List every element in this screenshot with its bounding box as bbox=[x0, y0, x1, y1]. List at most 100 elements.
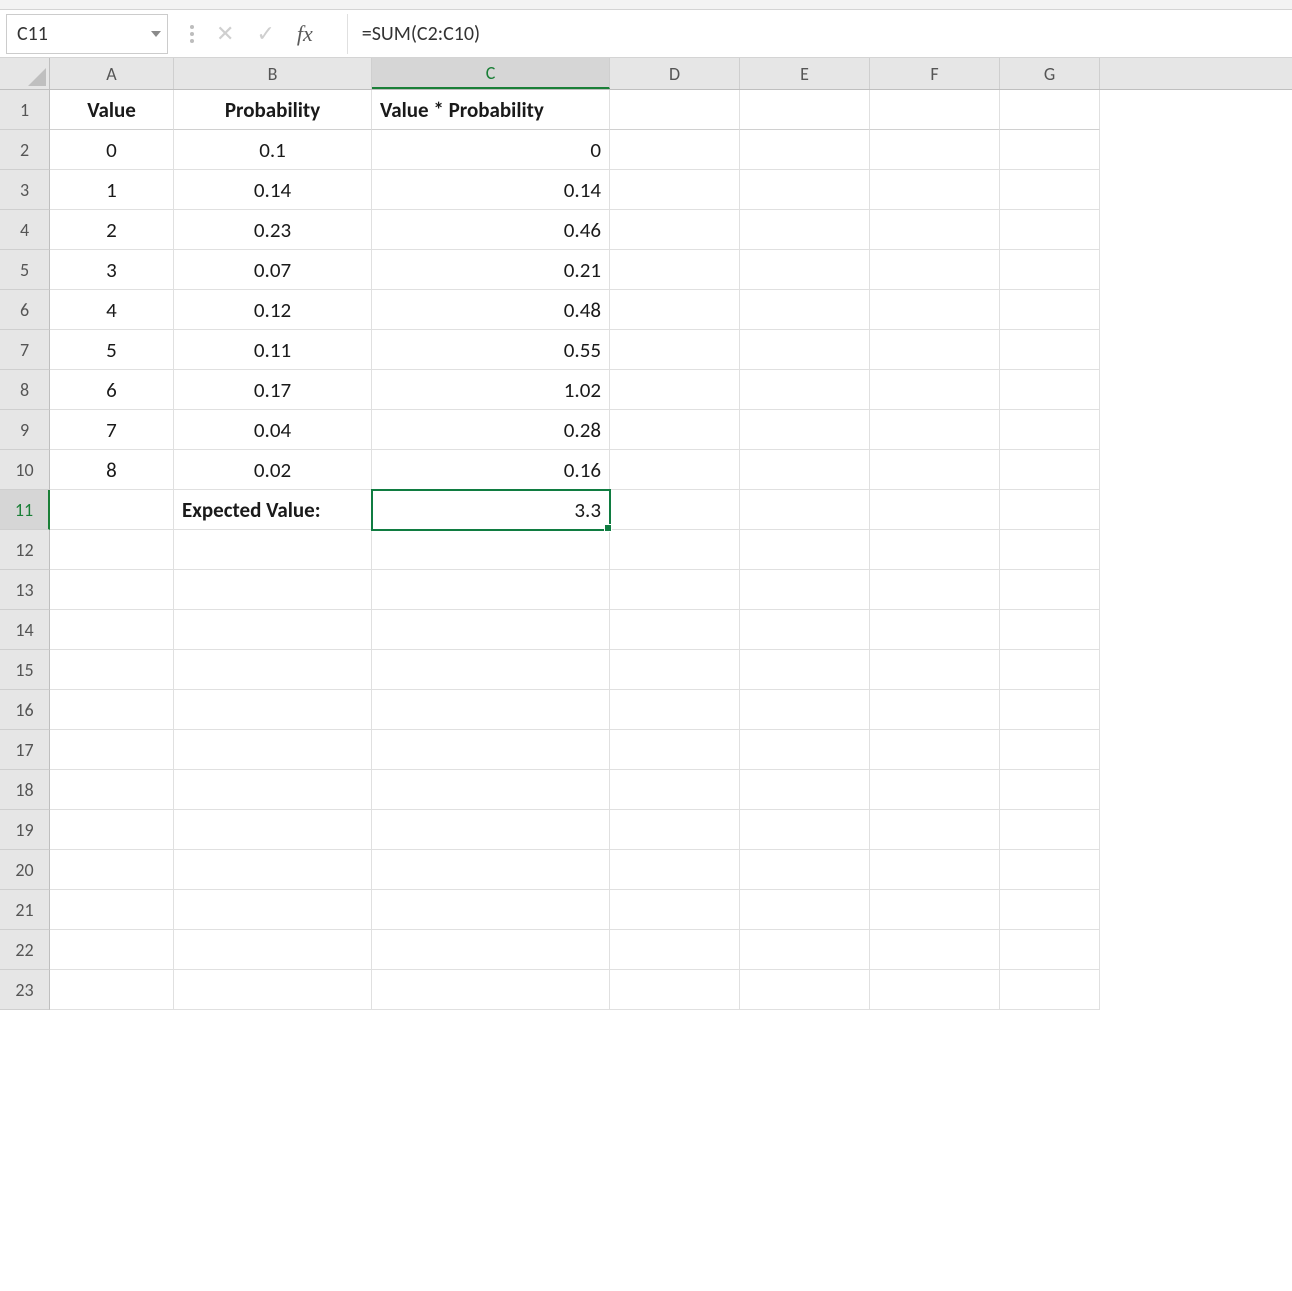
cell[interactable] bbox=[1000, 610, 1100, 650]
cell[interactable] bbox=[610, 410, 740, 450]
cell[interactable] bbox=[740, 930, 870, 970]
col-header-B[interactable]: B bbox=[174, 58, 372, 89]
cell[interactable] bbox=[1000, 530, 1100, 570]
cell[interactable]: Probability bbox=[174, 90, 372, 130]
row-header[interactable]: 8 bbox=[0, 370, 50, 410]
cell[interactable] bbox=[1000, 570, 1100, 610]
cell[interactable]: 0.14 bbox=[174, 170, 372, 210]
cell[interactable] bbox=[870, 410, 1000, 450]
cell[interactable] bbox=[740, 450, 870, 490]
cell[interactable] bbox=[740, 810, 870, 850]
cell[interactable] bbox=[610, 290, 740, 330]
cell[interactable] bbox=[372, 970, 610, 1010]
cell[interactable]: Expected Value: bbox=[174, 490, 372, 530]
cell[interactable] bbox=[610, 330, 740, 370]
formula-input[interactable] bbox=[347, 14, 1292, 54]
col-header-G[interactable]: G bbox=[1000, 58, 1100, 89]
cell[interactable] bbox=[1000, 850, 1100, 890]
cell[interactable] bbox=[1000, 290, 1100, 330]
cell[interactable] bbox=[174, 650, 372, 690]
cell[interactable] bbox=[870, 90, 1000, 130]
row-header[interactable]: 23 bbox=[0, 970, 50, 1010]
row-header[interactable]: 12 bbox=[0, 530, 50, 570]
cell[interactable] bbox=[372, 530, 610, 570]
cell[interactable] bbox=[1000, 130, 1100, 170]
cell[interactable] bbox=[740, 290, 870, 330]
cell[interactable] bbox=[372, 570, 610, 610]
cell[interactable] bbox=[740, 130, 870, 170]
cell[interactable] bbox=[50, 570, 174, 610]
cell[interactable] bbox=[610, 610, 740, 650]
cell[interactable] bbox=[610, 650, 740, 690]
fill-handle[interactable] bbox=[604, 524, 612, 532]
cell[interactable] bbox=[1000, 490, 1100, 530]
cell[interactable]: 2 bbox=[50, 210, 174, 250]
cell[interactable] bbox=[1000, 410, 1100, 450]
cell[interactable] bbox=[174, 930, 372, 970]
cell[interactable] bbox=[372, 770, 610, 810]
cell[interactable]: Value * Probability bbox=[372, 90, 610, 130]
cell[interactable] bbox=[870, 290, 1000, 330]
cell[interactable] bbox=[610, 730, 740, 770]
cell[interactable] bbox=[174, 530, 372, 570]
cell[interactable] bbox=[870, 930, 1000, 970]
cell[interactable] bbox=[1000, 330, 1100, 370]
cell[interactable] bbox=[870, 210, 1000, 250]
cell[interactable] bbox=[740, 170, 870, 210]
cell[interactable]: 0.04 bbox=[174, 410, 372, 450]
cell[interactable]: 0.28 bbox=[372, 410, 610, 450]
cell[interactable]: 0 bbox=[372, 130, 610, 170]
cell[interactable] bbox=[870, 730, 1000, 770]
cell[interactable]: 0.12 bbox=[174, 290, 372, 330]
cell[interactable] bbox=[372, 890, 610, 930]
cell[interactable] bbox=[1000, 210, 1100, 250]
cell[interactable] bbox=[870, 610, 1000, 650]
cell[interactable] bbox=[1000, 450, 1100, 490]
row-header[interactable]: 18 bbox=[0, 770, 50, 810]
cell[interactable]: 3 bbox=[50, 250, 174, 290]
cell[interactable] bbox=[610, 570, 740, 610]
cell[interactable] bbox=[50, 810, 174, 850]
row-header[interactable]: 10 bbox=[0, 450, 50, 490]
cell[interactable] bbox=[740, 850, 870, 890]
cell[interactable] bbox=[372, 690, 610, 730]
cell[interactable] bbox=[870, 490, 1000, 530]
menu-dots-icon[interactable] bbox=[190, 25, 194, 43]
fx-icon[interactable]: fx bbox=[297, 21, 331, 47]
cell[interactable] bbox=[610, 130, 740, 170]
row-header[interactable]: 13 bbox=[0, 570, 50, 610]
cell[interactable] bbox=[740, 610, 870, 650]
row-header[interactable]: 20 bbox=[0, 850, 50, 890]
row-header[interactable]: 21 bbox=[0, 890, 50, 930]
cell[interactable] bbox=[740, 490, 870, 530]
row-header[interactable]: 3 bbox=[0, 170, 50, 210]
chevron-down-icon[interactable] bbox=[151, 31, 161, 37]
cell[interactable]: 0.1 bbox=[174, 130, 372, 170]
cell[interactable] bbox=[1000, 90, 1100, 130]
cell[interactable]: 1.02 bbox=[372, 370, 610, 410]
cell[interactable] bbox=[610, 170, 740, 210]
cell[interactable]: 1 bbox=[50, 170, 174, 210]
cell[interactable] bbox=[610, 490, 740, 530]
row-header[interactable]: 7 bbox=[0, 330, 50, 370]
row-header[interactable]: 2 bbox=[0, 130, 50, 170]
cell[interactable] bbox=[1000, 650, 1100, 690]
name-box[interactable]: C11 bbox=[6, 14, 168, 54]
cell[interactable] bbox=[870, 690, 1000, 730]
cell[interactable] bbox=[1000, 690, 1100, 730]
cell[interactable] bbox=[610, 90, 740, 130]
cell[interactable] bbox=[50, 650, 174, 690]
cell[interactable] bbox=[372, 610, 610, 650]
cell[interactable]: 0.23 bbox=[174, 210, 372, 250]
cell[interactable] bbox=[740, 970, 870, 1010]
cell[interactable] bbox=[740, 650, 870, 690]
cell[interactable] bbox=[740, 90, 870, 130]
cell[interactable] bbox=[870, 570, 1000, 610]
cell[interactable] bbox=[870, 890, 1000, 930]
cell[interactable] bbox=[1000, 250, 1100, 290]
cell[interactable] bbox=[740, 330, 870, 370]
cell[interactable]: 6 bbox=[50, 370, 174, 410]
cell[interactable]: 0.48 bbox=[372, 290, 610, 330]
cell[interactable] bbox=[372, 730, 610, 770]
cell[interactable] bbox=[372, 810, 610, 850]
